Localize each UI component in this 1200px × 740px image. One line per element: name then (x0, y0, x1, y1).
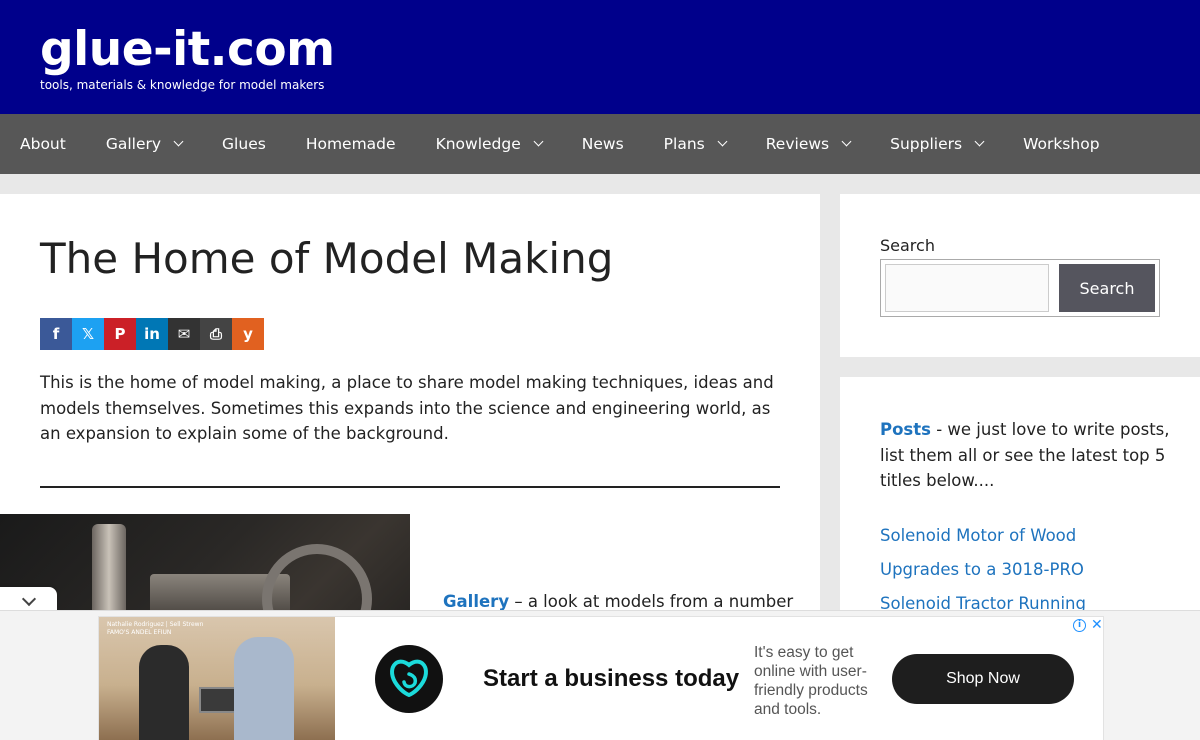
facebook-icon[interactable]: f (40, 318, 72, 350)
nav-item-homemade[interactable]: Homemade (306, 135, 396, 153)
ad-description: It's easy to get online with user-friend… (754, 644, 868, 718)
share-bar: f 𝕏 Pin ✉ ⎙ y (40, 318, 264, 350)
posts-link[interactable]: Posts (880, 420, 931, 439)
main-nav: About Gallery Glues Homemade Knowledge News Pl… (0, 114, 1200, 174)
search-label: Search (880, 236, 935, 255)
shop-now-button[interactable]: Shop Now (892, 654, 1074, 704)
ad-photo-caption: Nathalie Rodriguez | Sell Strewn FAMO'S … (107, 621, 204, 636)
chevron-down-icon (533, 136, 544, 147)
intro-paragraph: This is the home of model making, a plac… (40, 373, 774, 443)
nav-item-label: Plans (663, 135, 705, 153)
nav-item-label: About (20, 135, 66, 153)
ad-person-shape (139, 645, 189, 740)
nav-item-plans[interactable]: Plans (663, 135, 728, 153)
nav-item-news[interactable]: News (582, 135, 624, 153)
nav-item-label: News (581, 135, 624, 153)
gallery-link[interactable]: Gallery (443, 592, 509, 611)
site-tagline: tools, materials & knowledge for model m… (40, 78, 325, 92)
search-form: Search (880, 259, 1160, 317)
nav-item-label: Homemade (305, 135, 396, 153)
post-link[interactable]: Solenoid Motor of Wood (880, 519, 1086, 553)
chevron-down-icon (21, 591, 36, 606)
post-link[interactable]: Upgrades to a 3018-PRO (880, 553, 1086, 587)
close-icon[interactable]: ✕ (1091, 617, 1103, 633)
list-item: Solenoid Motor of Wood (880, 519, 1086, 553)
ad-photo[interactable]: Nathalie Rodriguez | Sell Strewn FAMO'S … (99, 617, 335, 740)
recent-posts-list: Solenoid Motor of Wood Upgrades to a 3018… (880, 519, 1086, 621)
divider (40, 486, 780, 488)
yummly-icon[interactable]: y (232, 318, 264, 350)
site-title[interactable]: glue-it.com (40, 22, 335, 77)
ad-unit[interactable]: Nathalie Rodriguez | Sell Strewn FAMO'S … (98, 616, 1104, 740)
linkedin-icon[interactable]: in (136, 318, 168, 350)
page-title: The Home of Model Making (40, 234, 614, 283)
chevron-down-icon (173, 136, 184, 147)
ad-person-shape (234, 637, 294, 740)
posts-intro: Posts - we just love to write posts, lis… (880, 417, 1170, 494)
nav-item-knowledge[interactable]: Knowledge (435, 135, 544, 153)
search-button[interactable]: Search (1059, 264, 1155, 312)
chevron-down-icon (717, 136, 728, 147)
ad-banner: Nathalie Rodriguez | Sell Strewn FAMO'S … (0, 610, 1200, 740)
nav-item-label: Suppliers (890, 135, 963, 153)
list-item: Upgrades to a 3018-PRO (880, 553, 1086, 587)
nav-item-about[interactable]: About (20, 135, 66, 153)
email-icon[interactable]: ✉ (168, 318, 200, 350)
nav-item-label: Knowledge (435, 135, 521, 153)
nav-item-gallery[interactable]: Gallery (105, 135, 184, 153)
search-widget: Search Search (840, 194, 1200, 357)
nav-item-reviews[interactable]: Reviews (765, 135, 852, 153)
x-twitter-icon[interactable]: 𝕏 (72, 318, 104, 350)
chevron-down-icon (841, 136, 852, 147)
site-header: glue-it.com tools, materials & knowledge… (0, 0, 1200, 114)
nav-item-label: Reviews (765, 135, 830, 153)
ad-choices: i ✕ (1073, 617, 1103, 633)
chevron-down-icon (974, 136, 985, 147)
nav-item-glues[interactable]: Glues (222, 135, 266, 153)
nav-item-label: Gallery (105, 135, 162, 153)
pinterest-icon[interactable]: P (104, 318, 136, 350)
nav-item-suppliers[interactable]: Suppliers (890, 135, 985, 153)
gallery-description: Gallery – a look at models from a number (443, 592, 793, 611)
search-input[interactable] (885, 264, 1049, 312)
nav-item-label: Workshop (1023, 135, 1100, 153)
ad-laptop-shape (199, 687, 239, 713)
info-icon[interactable]: i (1073, 618, 1086, 632)
nav-item-label: Glues (222, 135, 266, 153)
gallery-text: – a look at models from a number (509, 592, 794, 611)
godaddy-logo-icon[interactable] (375, 645, 443, 713)
ad-headline[interactable]: Start a business today (483, 665, 739, 693)
nav-item-workshop[interactable]: Workshop (1023, 135, 1099, 153)
print-icon[interactable]: ⎙ (200, 318, 232, 350)
nav-list: About Gallery Glues Homemade Knowledge News Pl… (0, 114, 1200, 174)
